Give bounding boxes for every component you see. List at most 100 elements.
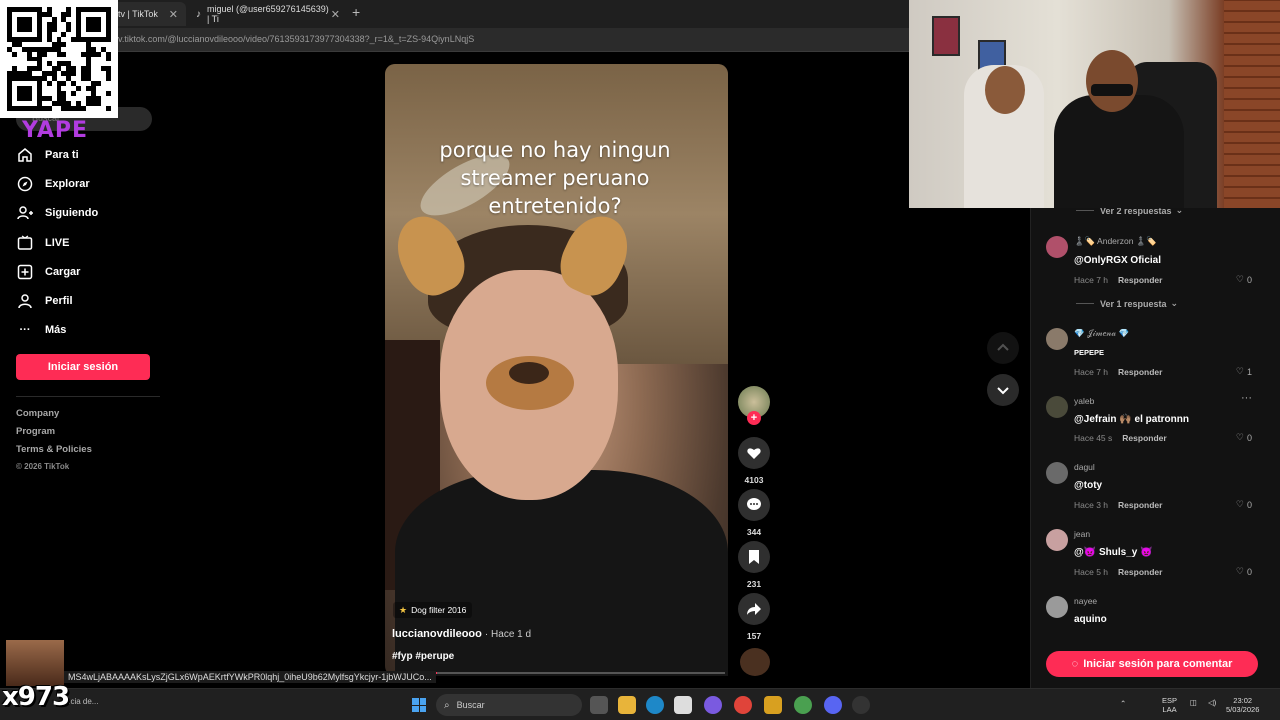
close-icon[interactable]: ✕ [331, 8, 340, 21]
language-indicator[interactable]: ESP LAA [1162, 696, 1177, 714]
nav-mas[interactable]: ··· Más [16, 316, 166, 345]
follow-plus-icon[interactable]: + [747, 411, 761, 425]
comment-text: PEPEPE [1074, 348, 1105, 357]
bookmark-icon[interactable] [738, 541, 770, 573]
footer-terms[interactable]: Terms & Policies [16, 444, 92, 462]
chevron-up-icon[interactable] [987, 332, 1019, 364]
comment-icon[interactable] [738, 489, 770, 521]
search-icon: ⌕ [444, 699, 450, 711]
heart-icon: ♡ [1235, 499, 1244, 509]
footer-company[interactable]: Company [16, 408, 92, 426]
login-to-comment-button[interactable]: ◌ Iniciar sesión para comentar [1046, 651, 1258, 677]
close-icon[interactable]: ✕ [169, 8, 178, 21]
lang-layout: LAA [1162, 705, 1177, 714]
chevron-down-icon[interactable] [987, 374, 1019, 406]
taskbar-search-label: Buscar [456, 700, 485, 710]
heart-icon[interactable] [738, 437, 770, 469]
view-replies-mid[interactable]: Ver 1 respuesta ⌄ [1076, 298, 1178, 309]
reply-button[interactable]: Responder [1118, 275, 1162, 285]
avatar[interactable] [1046, 396, 1068, 418]
heart-icon: ♡ [1235, 432, 1244, 442]
streamer-right-head [1086, 50, 1138, 112]
game-icon[interactable] [764, 696, 782, 714]
nav-cargar[interactable]: Cargar [16, 257, 166, 286]
comment-meta: Hace 5 h Responder [1074, 567, 1162, 577]
login-comment-label: Iniciar sesión para comentar [1083, 658, 1233, 670]
copilot-icon[interactable] [704, 696, 722, 714]
discord-icon[interactable] [824, 696, 842, 714]
reply-button[interactable]: Responder [1118, 567, 1162, 577]
comment-action[interactable]: 344 [738, 489, 770, 537]
video-shirt [395, 470, 728, 676]
video-author[interactable]: luccianovdileooo · Hace 1 d [392, 628, 531, 640]
taskbar-search[interactable]: ⌕ Buscar [436, 694, 582, 716]
wifi-icon[interactable]: ◫ [1190, 698, 1197, 707]
nav-live[interactable]: LIVE [16, 228, 166, 257]
nav-siguiendo[interactable]: Siguiendo [16, 199, 166, 228]
comment-text: aquino [1074, 614, 1107, 625]
save-action[interactable]: 231 [738, 541, 770, 589]
address-bar[interactable]: v.tiktok.com/@luccianovdileooo/video/761… [0, 28, 910, 52]
app-icon[interactable] [674, 696, 692, 714]
clock[interactable]: 23:02 5/03/2026 [1226, 696, 1259, 714]
chrome-profile-icon[interactable] [794, 696, 812, 714]
login-button[interactable]: Iniciar sesión [16, 354, 150, 380]
share-count: 157 [746, 631, 762, 641]
reply-button[interactable]: Responder [1118, 500, 1162, 510]
footer-links: Company Program Terms & Policies © 2026 … [16, 408, 92, 476]
clock-date: 5/03/2026 [1226, 705, 1260, 714]
nav-perfil[interactable]: Perfil [16, 286, 166, 315]
effect-badge[interactable]: ★ Dog filter 2016 [393, 602, 473, 618]
chrome-icon[interactable] [734, 696, 752, 714]
edge-icon[interactable] [646, 696, 664, 714]
nav-para-ti[interactable]: Para ti [16, 140, 166, 169]
avatar[interactable] [1046, 529, 1068, 551]
comment-like[interactable]: ♡ 0 [1236, 499, 1252, 510]
tab-tiktok[interactable]: tv | TikTok ✕ [110, 2, 186, 26]
share-action[interactable]: 157 [738, 593, 770, 641]
like-action[interactable]: 4103 [738, 437, 770, 485]
volume-icon[interactable]: ◁) [1208, 698, 1216, 707]
comment-like[interactable]: ♡ 0 [1236, 432, 1252, 443]
creator-avatar[interactable]: + [738, 386, 770, 425]
comment-user[interactable]: 💎 𝒥𝒾𝓂𝑒𝓃𝒶 💎 [1074, 328, 1129, 339]
new-tab-icon[interactable]: + [352, 4, 360, 20]
next-creator-avatar[interactable] [740, 648, 770, 676]
share-icon[interactable] [738, 593, 770, 625]
comment-time: Hace 45 s [1074, 433, 1113, 443]
like-count: 1 [1246, 366, 1252, 377]
more-options-icon[interactable]: ··· [1241, 392, 1252, 404]
comment-like[interactable]: ♡ 0 [1236, 274, 1252, 285]
comment-user[interactable]: yaleb [1074, 396, 1094, 406]
footer-program[interactable]: Program [16, 426, 92, 444]
avatar[interactable] [1046, 328, 1068, 350]
qr-module [106, 106, 111, 111]
heart-icon: ♡ [1235, 366, 1244, 376]
avatar[interactable] [1046, 596, 1068, 618]
comment-like[interactable]: ♡ 1 [1236, 366, 1252, 377]
clock-time: 23:02 [1233, 696, 1253, 705]
windows-start-icon[interactable] [412, 698, 426, 712]
reply-button[interactable]: Responder [1122, 433, 1166, 443]
file-explorer-icon[interactable] [618, 696, 636, 714]
reply-button[interactable]: Responder [1118, 367, 1162, 377]
video-progress[interactable] [425, 672, 725, 674]
taskbar-app-label[interactable]: ncia de... [66, 697, 98, 706]
comment-user[interactable]: ♟️🏷️ Anderzon ♟️🏷️ [1074, 236, 1157, 247]
tab-profile[interactable]: ♪ miguel (@user659276145639) | Ti ✕ [188, 2, 348, 26]
avatar[interactable] [1046, 462, 1068, 484]
avatar[interactable] [1046, 236, 1068, 258]
author-name: luccianovdileooo [392, 628, 482, 640]
obs-icon[interactable] [852, 696, 870, 714]
taskbar: ncia de... ⌕ Buscar ⌃ ESP LAA ◫ ◁) 23:02… [0, 688, 1280, 720]
task-view-icon[interactable] [590, 696, 608, 714]
tray-chevron-icon[interactable]: ⌃ [1120, 699, 1126, 708]
comment-user[interactable]: dagul [1074, 462, 1095, 472]
nav-explorar[interactable]: Explorar [16, 169, 166, 198]
like-count: 0 [1246, 432, 1252, 443]
video-tags[interactable]: #fyp #perupe [392, 651, 454, 662]
comment-user[interactable]: nayee [1074, 596, 1097, 606]
comment-user[interactable]: jean [1074, 529, 1090, 539]
comment-meta: Hace 7 h Responder [1074, 275, 1162, 285]
comment-like[interactable]: ♡ 0 [1236, 566, 1252, 577]
